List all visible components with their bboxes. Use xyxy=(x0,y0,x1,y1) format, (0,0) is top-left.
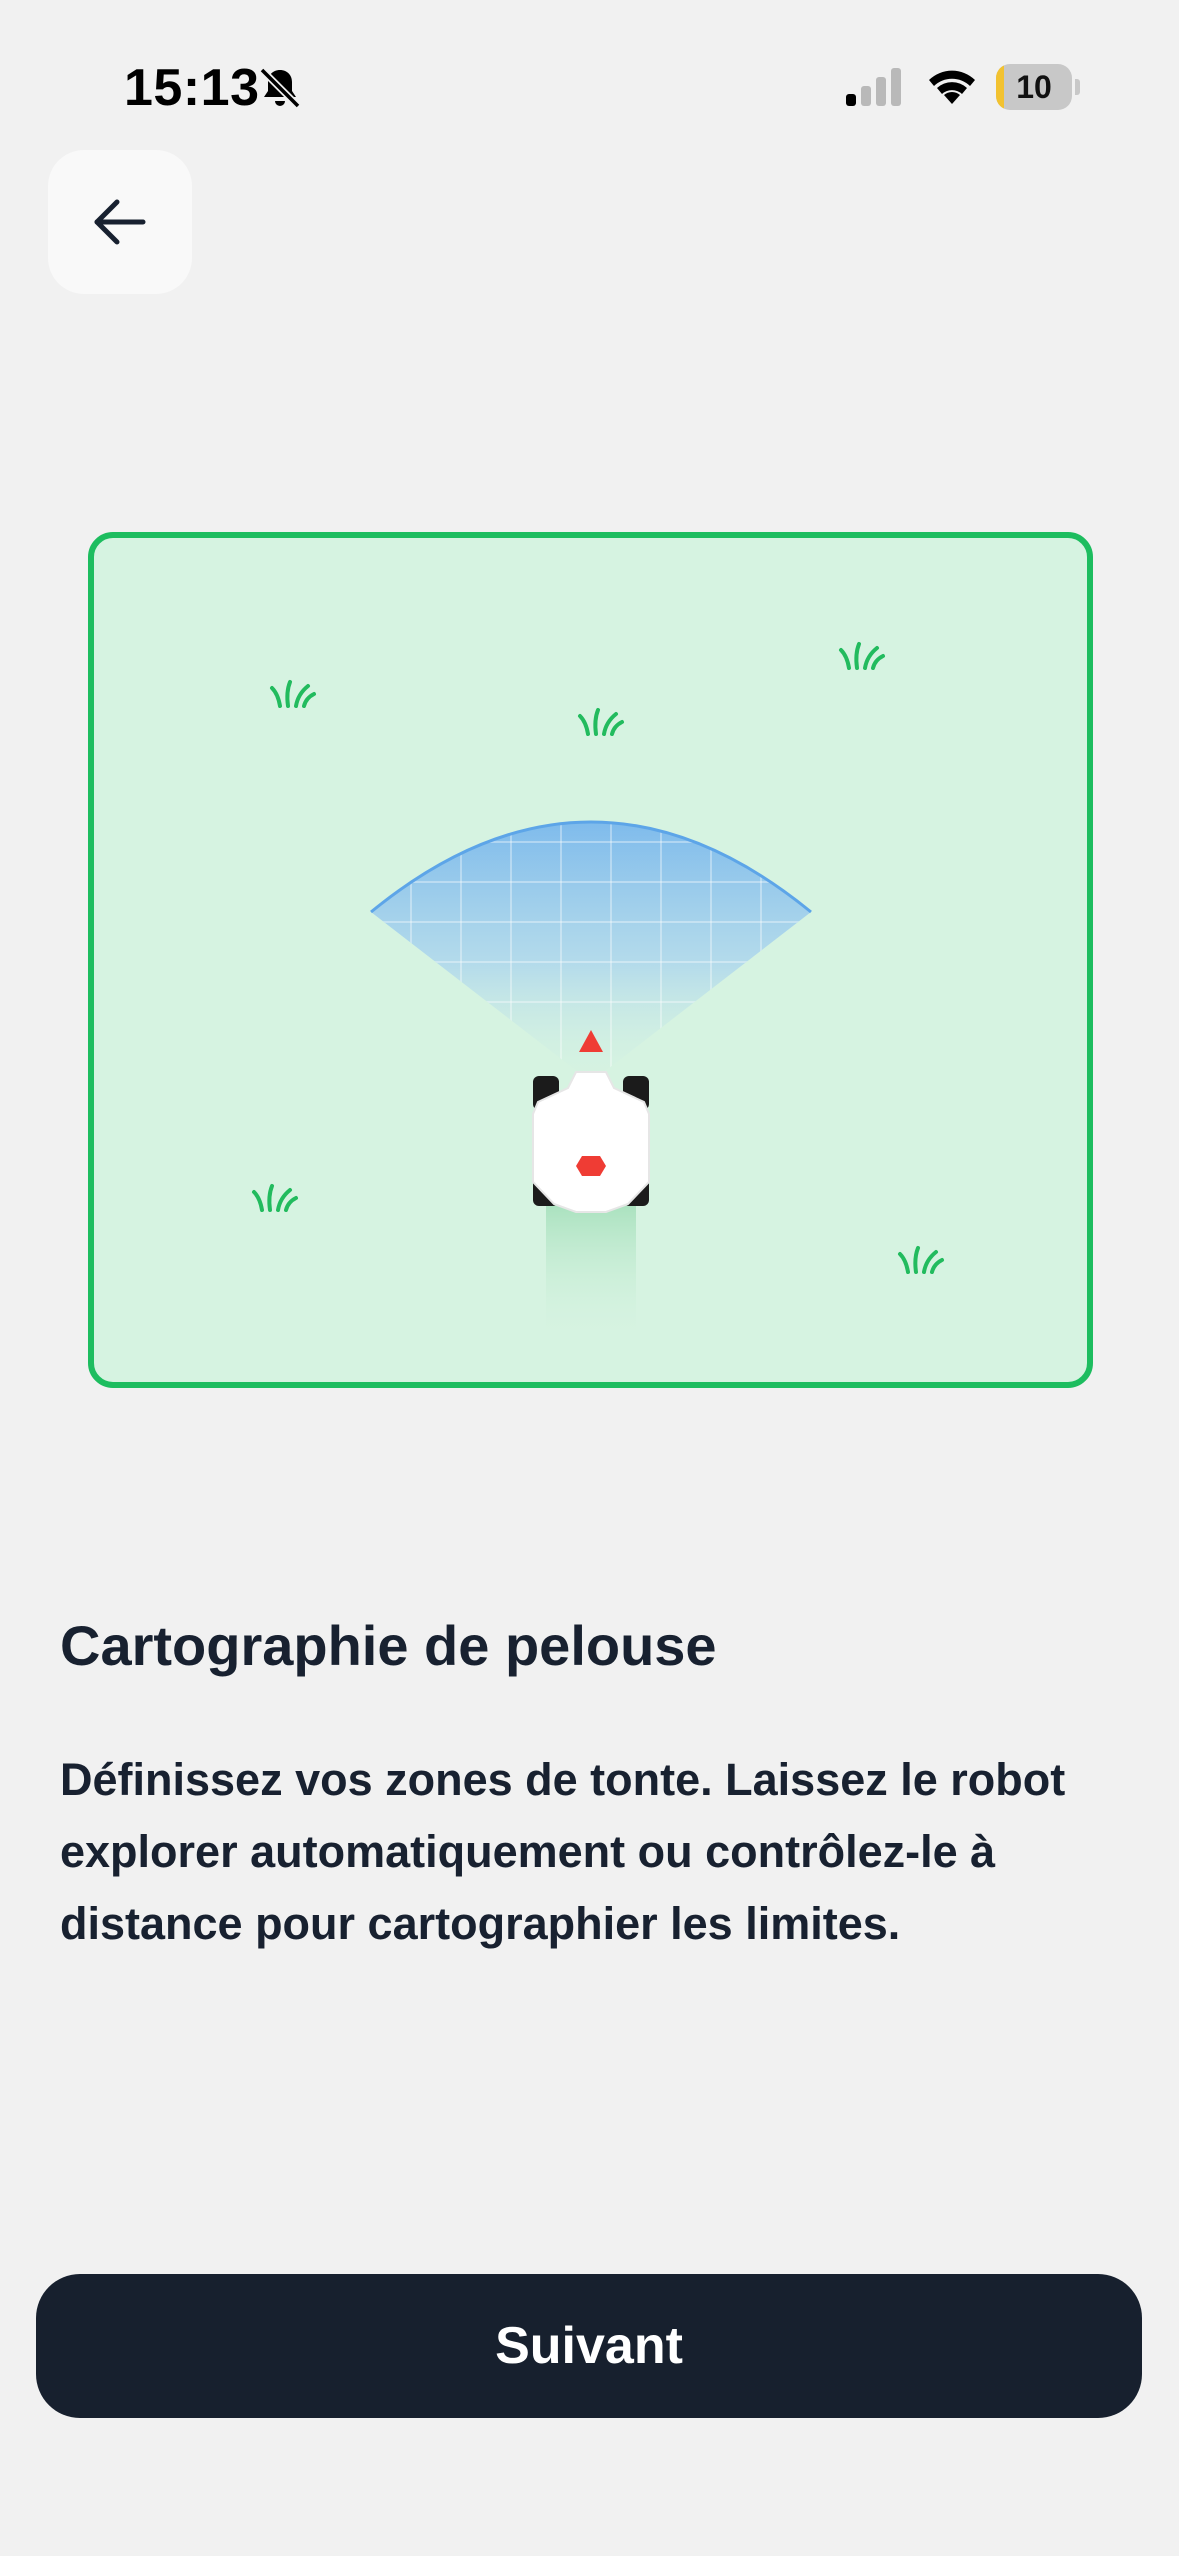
battery-level: 10 xyxy=(1016,69,1052,105)
arrow-left-icon xyxy=(94,199,146,245)
bell-slash-icon xyxy=(259,67,301,109)
battery-icon: 10 xyxy=(996,64,1080,110)
lawn-mapping-illustration xyxy=(88,532,1093,1388)
mowed-trail xyxy=(546,1192,636,1342)
next-button[interactable]: Suivant xyxy=(36,2274,1142,2418)
cellular-signal-icon xyxy=(846,68,901,106)
status-time: 15:13 xyxy=(124,59,260,117)
wifi-icon xyxy=(929,70,975,104)
page-title: Cartographie de pelouse xyxy=(60,1614,717,1677)
page-description: Définissez vos zones de tonte. Laissez l… xyxy=(60,1754,1066,1949)
back-button[interactable] xyxy=(48,150,192,294)
